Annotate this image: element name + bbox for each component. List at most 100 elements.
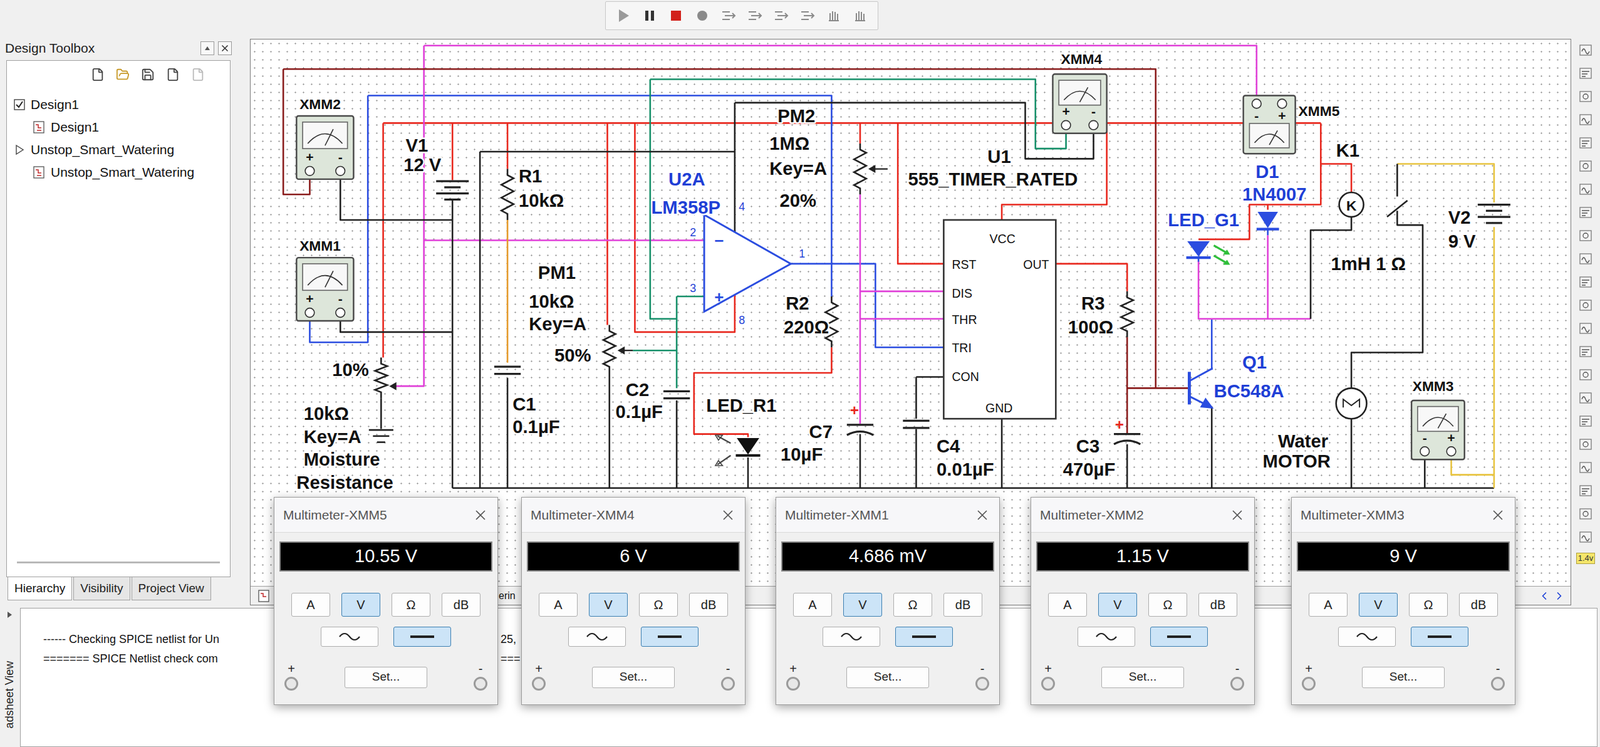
set-button[interactable]: Set... [846,666,930,688]
record-icon[interactable] [693,6,712,25]
play-icon[interactable] [614,6,633,25]
tree-item[interactable]: Unstop_Smart_Watering [6,161,230,184]
tree-item[interactable]: Unstop_Smart_Watering [6,138,230,162]
wire[interactable] [1127,387,1189,390]
set-button[interactable]: Set... [1361,666,1445,688]
instrument-icon[interactable] [1578,483,1594,499]
wire[interactable] [1266,204,1269,210]
wire[interactable] [915,375,944,378]
mode-button[interactable] [1338,626,1396,647]
wire[interactable] [340,179,453,220]
mode-button[interactable] [895,626,953,647]
wire[interactable] [382,122,385,358]
unit-button[interactable]: A [1048,592,1087,617]
instrument-icon[interactable] [1578,320,1594,336]
battery[interactable] [1477,204,1511,224]
multimeter-symbol[interactable]: -+ [1243,95,1296,154]
delete-icon[interactable] [191,67,205,82]
mode-button[interactable] [320,626,379,647]
pause-icon[interactable] [640,6,659,25]
hand-icon[interactable] [851,6,869,25]
wire[interactable] [340,320,453,333]
hand-icon[interactable] [825,6,843,25]
instrument-icon[interactable] [1578,343,1594,359]
mode-button[interactable] [822,626,881,647]
instrument-icon[interactable] [1578,251,1594,267]
potentiometer[interactable] [603,325,633,373]
terminal[interactable] [531,676,546,691]
wire[interactable] [1210,406,1213,489]
unit-button[interactable]: A [1308,592,1348,617]
wire[interactable] [380,398,383,430]
unit-button[interactable]: A [291,592,331,617]
potentiometer[interactable] [853,143,888,195]
capacitor[interactable] [846,424,874,435]
wire[interactable] [1351,219,1423,388]
instrument-icon[interactable] [1578,42,1594,58]
multimeter-symbol[interactable]: +- [1052,73,1107,133]
capacitor[interactable] [494,366,521,374]
unit-button[interactable]: V [843,592,883,617]
window-title-bar[interactable]: Multimeter-XMM4 [521,497,745,533]
wire[interactable] [1126,337,1129,435]
wire[interactable] [860,317,944,320]
close-button[interactable] [218,41,232,56]
instrument-icon[interactable] [1578,88,1594,104]
instrument-icon[interactable] [1578,274,1594,290]
terminal[interactable] [721,676,735,691]
opamp[interactable]: −+ [704,214,791,312]
window-title-bar[interactable]: Multimeter-XMM3 [1291,497,1515,533]
wire[interactable] [383,122,1322,125]
wire[interactable] [1126,444,1129,489]
unit-button[interactable]: Ω [893,592,933,617]
unit-button[interactable]: dB [689,592,728,617]
tree-item[interactable]: Design1 [6,93,230,116]
timer-555[interactable]: VCCRSTOUTDISTHRTRICONGND [943,219,1056,419]
wire[interactable] [395,45,425,386]
instrument-icon[interactable] [1578,158,1594,174]
wire[interactable] [915,376,918,419]
wire[interactable] [451,200,454,489]
terminal[interactable] [1301,676,1316,691]
unit-button[interactable]: Ω [1408,592,1448,617]
window-title-bar[interactable]: Multimeter-XMM1 [776,497,1000,533]
checked-box-icon[interactable] [13,98,26,111]
wire[interactable] [1423,459,1426,489]
capacitor[interactable] [902,420,930,428]
green-led[interactable] [1186,241,1231,265]
window-title-bar[interactable]: Multimeter-XMM2 [1031,497,1255,533]
instrument-icon[interactable] [1578,390,1594,406]
sheet-tab[interactable]: erin [498,588,516,604]
wire[interactable] [859,194,862,424]
close-icon[interactable] [719,506,737,524]
instrument-icon[interactable] [1578,413,1594,429]
set-button[interactable]: Set... [344,666,428,688]
instrument-icon[interactable] [1578,529,1594,545]
mode-button[interactable] [1150,626,1208,647]
terminal[interactable] [1041,676,1055,691]
instrument-icon[interactable] [1578,135,1594,151]
instrument-icon[interactable] [1578,506,1594,522]
wire[interactable] [1493,226,1496,488]
wire[interactable] [1350,418,1353,489]
red-led[interactable] [715,434,761,466]
unit-button[interactable]: dB [943,592,983,617]
terminal[interactable] [1230,676,1245,691]
wire[interactable] [424,239,705,242]
scroll-right-icon[interactable] [1553,589,1566,603]
wire[interactable] [859,434,862,489]
wire[interactable] [1001,418,1003,489]
unit-button[interactable]: V [341,592,381,617]
relay[interactable]: K [1339,163,1408,220]
instrument-icon[interactable] [1578,367,1594,383]
wire[interactable] [506,122,509,169]
motor[interactable] [1336,387,1367,419]
wire[interactable] [915,428,918,488]
toolbox-tab[interactable]: Visibility [73,576,130,601]
instrument-icon[interactable] [1578,181,1594,197]
wire[interactable] [1397,163,1495,203]
transistor[interactable] [1189,368,1212,408]
unit-button[interactable]: Ω [638,592,678,617]
save-icon[interactable] [140,67,155,82]
instrument-icon[interactable] [1578,65,1594,81]
